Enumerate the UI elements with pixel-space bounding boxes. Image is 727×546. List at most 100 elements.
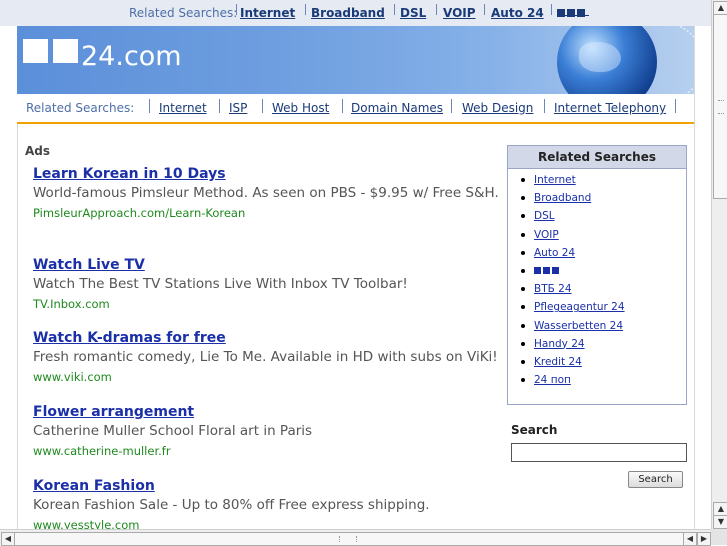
- list-item: Wasserbetten 24: [521, 320, 625, 338]
- nav-link-web-host[interactable]: Web Host: [272, 101, 329, 115]
- grip-icon: [718, 100, 724, 114]
- related-link[interactable]: Pflegeagentur 24: [534, 301, 625, 313]
- separator: [219, 99, 220, 113]
- list-item: VOIP: [521, 229, 625, 247]
- left-gutter: [0, 26, 18, 529]
- ad-description: Fresh romantic comedy, Lie To Me. Availa…: [33, 349, 498, 365]
- ad-url-link[interactable]: www.viki.com: [33, 370, 503, 384]
- grip-icon: [339, 536, 357, 542]
- top-related-label: Related Searches:: [129, 6, 238, 20]
- list-item: Handy 24: [521, 338, 625, 356]
- search-label: Search: [511, 423, 558, 437]
- separator: [149, 99, 150, 113]
- search-button[interactable]: Search: [628, 471, 683, 488]
- related-link[interactable]: Broadband: [534, 192, 591, 204]
- ad-item: Korean Fashion Korean Fashion Sale - Up …: [33, 478, 503, 529]
- list-item: Auto 24: [521, 247, 625, 265]
- related-searches-box: Related Searches Internet Broadband DSL …: [507, 145, 687, 405]
- related-link[interactable]: Auto 24: [534, 247, 575, 259]
- ad-title-link[interactable]: Flower arrangement: [33, 404, 503, 420]
- nav-link-internet[interactable]: Internet: [159, 101, 207, 115]
- horizontal-scroll-thumb[interactable]: [14, 532, 684, 546]
- top-link-broadband[interactable]: Broadband: [311, 6, 385, 20]
- top-link-blocks[interactable]: [557, 6, 589, 17]
- related-link[interactable]: VOIP: [534, 229, 559, 241]
- search-input[interactable]: [511, 443, 687, 462]
- ad-description: Catherine Muller School Floral art in Pa…: [33, 423, 313, 439]
- separator: [675, 99, 676, 113]
- nav-related-label: Related Searches:: [26, 101, 135, 115]
- nav-link-web-design[interactable]: Web Design: [462, 101, 533, 115]
- separator: [262, 99, 263, 113]
- scroll-right-icon[interactable]: ▶: [697, 532, 711, 546]
- ad-title-link[interactable]: Watch Live TV: [33, 257, 503, 273]
- related-link[interactable]: Wasserbetten 24: [534, 320, 623, 332]
- list-item: [521, 265, 625, 283]
- ad-url-link[interactable]: www.yesstyle.com: [33, 518, 503, 529]
- top-link-dsl[interactable]: DSL: [400, 6, 426, 20]
- nav-link-internet-telephony[interactable]: Internet Telephony: [554, 101, 666, 115]
- separator: [305, 4, 306, 15]
- logo-block: [53, 39, 78, 63]
- ad-url-link[interactable]: TV.Inbox.com: [33, 297, 503, 311]
- horizontal-scrollbar[interactable]: ◀ ◀ ▶: [0, 529, 711, 546]
- ad-url-link[interactable]: PimsleurApproach.com/Learn-Korean: [33, 206, 503, 220]
- scroll-up-icon[interactable]: ▲: [713, 502, 727, 516]
- ad-item: Flower arrangement Catherine Muller Scho…: [33, 404, 503, 458]
- top-related-bar: Related Searches: Internet Broadband DSL…: [0, 0, 711, 26]
- list-item: Broadband: [521, 192, 625, 210]
- top-link-auto24[interactable]: Auto 24: [491, 6, 544, 20]
- related-link[interactable]: DSL: [534, 210, 555, 222]
- list-item: ВТБ 24: [521, 283, 625, 301]
- ad-url-link[interactable]: www.catherine-muller.fr: [33, 444, 503, 458]
- right-gutter: [694, 26, 711, 529]
- separator: [544, 99, 545, 113]
- vertical-scrollbar[interactable]: ▲ ▲ ▼: [711, 0, 727, 529]
- globe-icon: [557, 26, 657, 94]
- scrollbar-corner: [711, 529, 727, 545]
- site-header: 24.com: [17, 26, 694, 94]
- related-link-blocks[interactable]: [534, 265, 561, 277]
- list-item: 24 поп: [521, 374, 625, 392]
- separator: [394, 4, 395, 15]
- related-link[interactable]: Internet: [534, 174, 576, 186]
- related-link[interactable]: Handy 24: [534, 338, 585, 350]
- separator: [436, 4, 437, 15]
- ad-item: Learn Korean in 10 Days World-famous Pim…: [33, 166, 503, 220]
- logo-block: [23, 39, 48, 63]
- ad-description: Korean Fashion Sale - Up to 80% off Free…: [33, 497, 430, 513]
- scroll-down-icon[interactable]: ▼: [713, 515, 727, 529]
- nav-link-isp[interactable]: ISP: [229, 101, 247, 115]
- scroll-up-icon[interactable]: ▲: [713, 1, 727, 15]
- ad-title-link[interactable]: Korean Fashion: [33, 478, 503, 494]
- related-link[interactable]: 24 поп: [534, 374, 571, 386]
- ad-description: Watch The Best TV Stations Live With Inb…: [33, 276, 408, 292]
- separator: [551, 4, 552, 15]
- separator: [342, 99, 343, 113]
- list-item: Kredit 24: [521, 356, 625, 374]
- scroll-left-icon[interactable]: ◀: [683, 532, 697, 546]
- top-link-voip[interactable]: VOIP: [443, 6, 476, 20]
- ad-description: World-famous Pimsleur Method. As seen on…: [33, 185, 499, 201]
- list-item: DSL: [521, 210, 625, 228]
- top-link-internet[interactable]: Internet: [240, 6, 295, 20]
- separator: [451, 99, 452, 113]
- related-link[interactable]: Kredit 24: [534, 356, 582, 368]
- list-item: Pflegeagentur 24: [521, 301, 625, 319]
- page-viewport: Related Searches: Internet Broadband DSL…: [0, 0, 711, 529]
- ad-item: Watch K-dramas for free Fresh romantic c…: [33, 330, 503, 384]
- nav-link-domain-names[interactable]: Domain Names: [351, 101, 443, 115]
- ad-title-link[interactable]: Learn Korean in 10 Days: [33, 166, 503, 182]
- separator: [484, 4, 485, 15]
- ads-label: Ads: [25, 144, 51, 158]
- site-logo[interactable]: 24.com: [81, 41, 182, 72]
- list-item: Internet: [521, 174, 625, 192]
- related-searches-list: Internet Broadband DSL VOIP Auto 24 ВТБ …: [521, 174, 625, 392]
- vertical-scroll-thumb[interactable]: [713, 14, 727, 199]
- related-searches-title: Related Searches: [508, 146, 686, 169]
- ad-title-link[interactable]: Watch K-dramas for free: [33, 330, 503, 346]
- scroll-left-icon[interactable]: ◀: [1, 532, 15, 546]
- separator: [236, 4, 237, 15]
- ad-item: Watch Live TV Watch The Best TV Stations…: [33, 257, 503, 311]
- related-link[interactable]: ВТБ 24: [534, 283, 572, 295]
